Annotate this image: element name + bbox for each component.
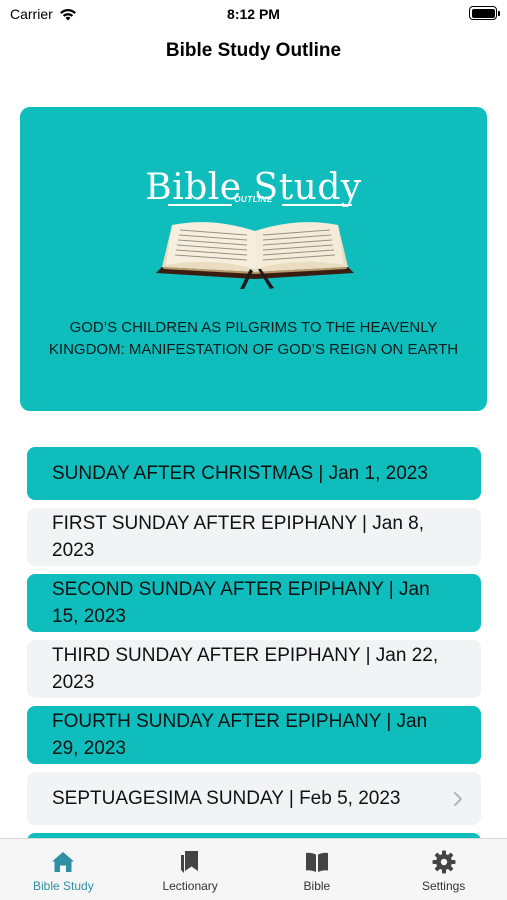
outline-banner: Bible Study OUTLINE GOD’S CHILDREN AS PI… xyxy=(20,107,487,411)
tab-bar: Bible Study Lectionary Bible Settings xyxy=(0,838,507,900)
status-bar: Carrier 8:12 PM xyxy=(0,0,507,30)
bookmarks-icon xyxy=(181,851,199,873)
logo-subtitle: OUTLINE xyxy=(234,195,273,204)
page-title: Bible Study Outline xyxy=(165,40,342,61)
chevron-right-icon xyxy=(454,791,462,806)
tab-bible[interactable]: Bible xyxy=(254,839,381,900)
tab-label: Bible Study xyxy=(33,879,94,893)
study-list: SUNDAY AFTER CHRISTMAS | Jan 1, 2023 FIR… xyxy=(27,447,481,843)
list-item[interactable]: FIRST SUNDAY AFTER EPIPHANY | Jan 8, 202… xyxy=(27,508,481,566)
banner-theme-text: GOD’S CHILDREN AS PILGRIMS TO THE HEAVEN… xyxy=(48,319,459,358)
list-item-label: THIRD SUNDAY AFTER EPIPHANY | Jan 22, 20… xyxy=(52,645,439,693)
list-item-label: SEPTUAGESIMA SUNDAY | Feb 5, 2023 xyxy=(52,788,401,809)
list-item[interactable]: SEPTUAGESIMA SUNDAY | Feb 5, 2023 xyxy=(27,772,481,825)
tab-settings[interactable]: Settings xyxy=(380,839,507,900)
tab-bible-study[interactable]: Bible Study xyxy=(0,839,127,900)
list-item-label: FIRST SUNDAY AFTER EPIPHANY | Jan 8, 202… xyxy=(52,513,425,561)
tab-label: Bible xyxy=(303,879,331,893)
tab-label: Settings xyxy=(421,879,466,893)
tab-lectionary[interactable]: Lectionary xyxy=(127,839,254,900)
list-item[interactable]: THIRD SUNDAY AFTER EPIPHANY | Jan 22, 20… xyxy=(27,640,481,698)
open-book-icon xyxy=(305,852,328,872)
list-item[interactable]: SUNDAY AFTER CHRISTMAS | Jan 1, 2023 xyxy=(27,447,481,500)
logo-rule-right xyxy=(282,204,352,206)
list-item-label: SECOND SUNDAY AFTER EPIPHANY | Jan 15, 2… xyxy=(52,579,430,627)
list-item[interactable]: FOURTH SUNDAY AFTER EPIPHANY | Jan 29, 2… xyxy=(27,706,481,764)
gear-icon xyxy=(432,850,456,874)
screen: Carrier 8:12 PM Bible Study Outline Bibl… xyxy=(0,0,507,900)
list-item-label: SUNDAY AFTER CHRISTMAS | Jan 1, 2023 xyxy=(52,463,428,484)
list-item[interactable]: SECOND SUNDAY AFTER EPIPHANY | Jan 15, 2… xyxy=(27,574,481,632)
tab-label: Lectionary xyxy=(162,879,218,893)
open-bible-image xyxy=(156,222,354,289)
battery-icon xyxy=(469,6,500,20)
home-icon xyxy=(52,852,75,872)
list-item-label: FOURTH SUNDAY AFTER EPIPHANY | Jan 29, 2… xyxy=(52,711,428,759)
clock: 8:12 PM xyxy=(227,6,280,22)
logo-rule-left xyxy=(168,204,232,206)
